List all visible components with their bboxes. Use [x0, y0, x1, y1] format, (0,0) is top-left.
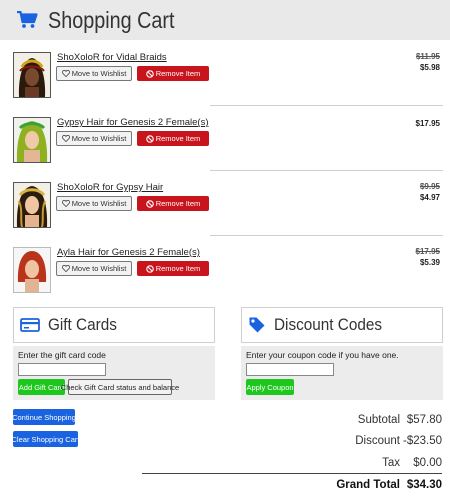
remove-label: Remove Item	[155, 199, 201, 208]
discount-value: -$23.50	[402, 435, 442, 447]
product-thumbnail[interactable]	[13, 52, 51, 98]
gift-cards-header: Gift Cards	[13, 307, 215, 343]
grand-total-value: $34.30	[406, 479, 442, 491]
subtotal-label: Subtotal	[357, 414, 400, 426]
divider	[210, 105, 443, 106]
remove-item-button[interactable]: Remove Item	[137, 196, 209, 211]
item-price: $5.39	[419, 258, 440, 267]
ban-icon	[145, 134, 154, 143]
page-title: Shopping Cart	[48, 6, 175, 33]
subtotal-value: $57.80	[406, 414, 442, 426]
discount-codes-header: Discount Codes	[241, 307, 443, 343]
cart-item: ShoXoloR for Vidal Braids Move to Wishli…	[13, 52, 443, 116]
move-to-wishlist-button[interactable]: Move to Wishlist	[56, 196, 132, 211]
continue-shopping-button[interactable]: Continue Shopping	[12, 409, 76, 425]
remove-label: Remove Item	[155, 69, 201, 78]
tax-value: $0.00	[413, 457, 442, 469]
move-to-wishlist-button[interactable]: Move to Wishlist	[56, 261, 132, 276]
wishlist-label: Move to Wishlist	[71, 134, 127, 143]
heart-icon	[61, 135, 70, 142]
credit-card-icon	[20, 318, 40, 332]
item-name-link[interactable]: ShoXoloR for Vidal Braids	[57, 52, 167, 63]
original-price: $17.95	[415, 247, 440, 256]
gift-card-input[interactable]	[18, 363, 106, 376]
original-price: $11.95	[415, 52, 440, 61]
discount-codes-title: Discount Codes	[274, 315, 383, 334]
cart-item: Gypsy Hair for Genesis 2 Female(s) Move …	[13, 117, 443, 181]
remove-item-button[interactable]: Remove Item	[137, 261, 209, 276]
wishlist-label: Move to Wishlist	[71, 69, 127, 78]
item-price: $4.97	[419, 193, 440, 202]
add-gift-card-button[interactable]: Add Gift Card	[18, 379, 65, 395]
heart-icon	[61, 70, 70, 77]
product-thumbnail[interactable]	[13, 182, 51, 228]
item-price: $17.95	[415, 119, 440, 128]
item-name-link[interactable]: Gypsy Hair for Genesis 2 Female(s)	[57, 117, 209, 128]
discount-label: Discount	[355, 435, 400, 447]
gift-cards-title: Gift Cards	[48, 315, 117, 334]
item-price: $5.98	[419, 63, 440, 72]
discount-codes-body: Enter your coupon code if you have one. …	[241, 346, 443, 400]
coupon-input[interactable]	[246, 363, 334, 376]
wishlist-label: Move to Wishlist	[71, 264, 127, 273]
check-gift-card-button[interactable]: Check Gift Card status and balance	[61, 379, 179, 395]
original-price: $9.95	[419, 182, 440, 191]
ban-icon	[145, 264, 154, 273]
product-thumbnail[interactable]	[13, 247, 51, 293]
item-name-link[interactable]: Ayla Hair for Genesis 2 Female(s)	[57, 247, 200, 258]
move-to-wishlist-button[interactable]: Move to Wishlist	[56, 131, 132, 146]
summary-divider	[142, 473, 442, 474]
cart-icon	[16, 11, 38, 29]
coupon-prompt: Enter your coupon code if you have one.	[246, 350, 399, 360]
clear-cart-button[interactable]: Clear Shopping Cart	[12, 431, 79, 447]
gift-card-prompt: Enter the gift card code	[18, 350, 106, 360]
apply-coupon-button[interactable]: Apply Coupon	[246, 379, 294, 395]
gift-cards-body: Enter the gift card code Add Gift Card C…	[13, 346, 215, 400]
move-to-wishlist-button[interactable]: Move to Wishlist	[56, 66, 132, 81]
cart-item: Ayla Hair for Genesis 2 Female(s) Move t…	[13, 247, 443, 311]
heart-icon	[61, 265, 70, 272]
gift-cards-panel: Gift Cards Enter the gift card code Add …	[13, 307, 215, 400]
discount-codes-panel: Discount Codes Enter your coupon code if…	[241, 307, 443, 400]
product-thumbnail[interactable]	[13, 117, 51, 163]
tag-icon	[248, 316, 266, 334]
item-name-link[interactable]: ShoXoloR for Gypsy Hair	[57, 182, 163, 193]
grand-total-label: Grand Total	[336, 479, 400, 491]
remove-label: Remove Item	[155, 134, 201, 143]
remove-label: Remove Item	[155, 264, 201, 273]
ban-icon	[145, 199, 154, 208]
heart-icon	[61, 200, 70, 207]
cart-header: Shopping Cart	[0, 0, 450, 40]
remove-item-button[interactable]: Remove Item	[137, 131, 209, 146]
cart-item: ShoXoloR for Gypsy Hair Move to Wishlist…	[13, 182, 443, 246]
remove-item-button[interactable]: Remove Item	[137, 66, 209, 81]
divider	[210, 235, 443, 236]
wishlist-label: Move to Wishlist	[71, 199, 127, 208]
divider	[210, 170, 443, 171]
ban-icon	[145, 69, 154, 78]
tax-label: Tax	[382, 457, 400, 469]
